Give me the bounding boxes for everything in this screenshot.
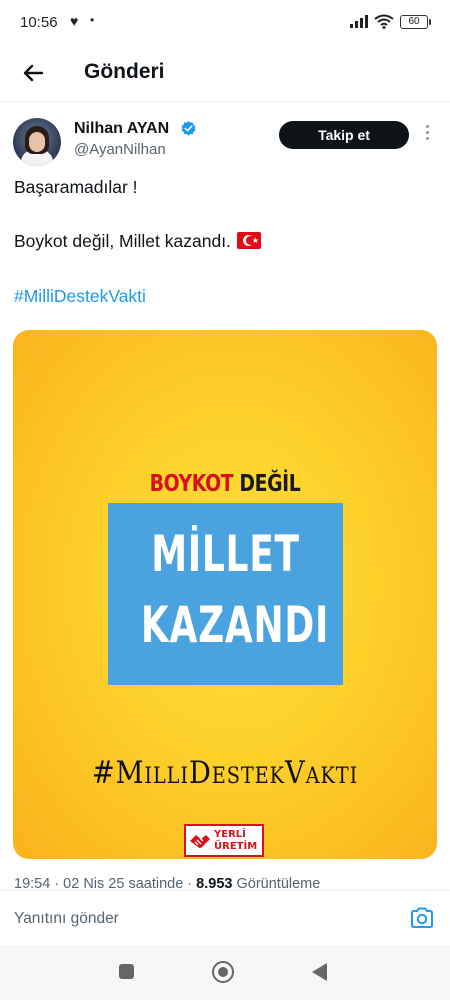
status-indicators: 60 [350, 14, 431, 29]
author-name[interactable]: Nilhan AYAN [74, 120, 169, 138]
tweet-image[interactable]: BOYKOT DEĞİL MİLLET KAZANDI #MilliDestek… [13, 330, 437, 859]
image-hashtag-text: #MilliDestekVakti [91, 755, 359, 791]
back-triangle-icon[interactable] [312, 963, 327, 981]
image-millet-text: MİLLET [151, 525, 300, 583]
views-count: 8.953 [196, 876, 233, 888]
arrow-left-icon[interactable] [18, 58, 48, 88]
status-bar: 10:56 ♥ • 60 [0, 0, 450, 46]
image-kazandi-text: KAZANDI [140, 596, 330, 654]
image-degil-word: DEĞİL [233, 471, 301, 497]
avatar[interactable] [13, 118, 61, 166]
system-navigation-bar [0, 945, 450, 1000]
image-blue-box: MİLLET KAZANDI [108, 503, 343, 685]
signal-icon [350, 15, 368, 28]
tweet-text-line: Boykot değil, Millet kazandı. ★ [14, 231, 261, 252]
battery-icon: 60 [400, 14, 431, 29]
tweet-text: Boykot değil, Millet kazandı. [14, 231, 231, 251]
reply-bar: Yanıtını gönder [0, 890, 450, 945]
handshake-icon [190, 835, 210, 848]
logo-line: YERLİ [214, 829, 246, 840]
camera-icon[interactable] [410, 907, 434, 929]
heart-icon: ♥ [70, 13, 79, 29]
top-app-bar: Gönderi [0, 46, 450, 102]
tweet-timestamp: 19:54 · 02 Nis 25 saatinde · 8.953 Görün… [14, 876, 320, 888]
hashtag-link[interactable]: #MilliDestekVakti [14, 286, 146, 307]
logo-line: ÜRETİM [214, 841, 258, 852]
turkey-flag-icon: ★ [236, 232, 261, 249]
status-time: 10:56 [20, 14, 58, 31]
notification-dot: • [90, 13, 95, 27]
follow-button[interactable]: Takip et [279, 121, 409, 149]
yerli-uretim-logo: YERLİ ÜRETİM [184, 824, 264, 857]
image-headline: BOYKOT DEĞİL [51, 471, 399, 497]
more-vertical-icon[interactable] [422, 125, 432, 145]
wifi-icon [374, 14, 394, 29]
verified-badge-icon[interactable] [180, 120, 197, 137]
author-handle[interactable]: @AyanNilhan [74, 141, 166, 158]
tweet-text-line: Başaramadılar ! [14, 177, 138, 197]
recents-square-icon[interactable] [119, 964, 134, 979]
home-circle-icon[interactable] [212, 961, 234, 983]
views-label: Görüntüleme [232, 876, 321, 888]
image-boykot-word: BOYKOT [149, 471, 234, 497]
page-title: Gönderi [84, 60, 165, 83]
reply-input[interactable]: Yanıtını gönder [14, 910, 119, 928]
timestamp-text: 19:54 · 02 Nis 25 saatinde · [14, 876, 197, 888]
